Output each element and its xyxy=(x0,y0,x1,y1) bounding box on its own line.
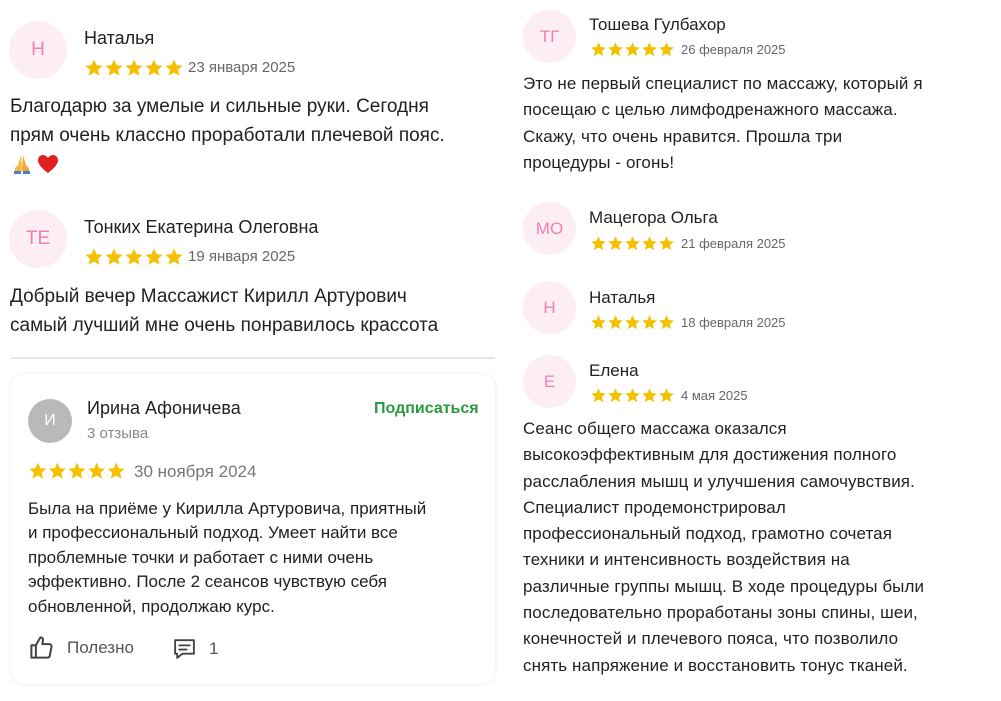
review-emoji xyxy=(10,152,445,176)
avatar-initials: Н xyxy=(31,39,45,60)
star-icon xyxy=(591,388,674,403)
review-text-line: Скажу, что очень нравится. Прошла три xyxy=(523,126,843,146)
review-text-line: различные группы мышц. В ходе процедуры … xyxy=(523,576,925,596)
star-icon xyxy=(591,315,674,330)
review-text-line: и профессиональный подход. Умеет найти в… xyxy=(28,523,398,543)
rating-stars xyxy=(28,461,126,481)
divider xyxy=(11,357,495,359)
reviewer-name: Наталья xyxy=(84,28,155,48)
reviewer-name: Мацегора Ольга xyxy=(589,208,718,227)
review-text-line: высокоэффективным для достижения полного xyxy=(523,445,897,465)
star-icon xyxy=(29,462,125,479)
review-text: Добрый вечер Массажист Кирилл Артурович … xyxy=(10,282,438,340)
praying-hands-icon xyxy=(14,155,30,174)
review-date: 18 февраля 2025 xyxy=(681,315,786,330)
review-text: Благодарю за умелые и сильные руки. Сего… xyxy=(10,92,445,176)
review-text-line: Это не первый специалист по массажу, кот… xyxy=(523,74,923,93)
review-text-line: обновленной, продолжаю курс. xyxy=(28,596,275,616)
review-date: 4 мая 2025 xyxy=(681,388,748,403)
avatar: Е xyxy=(523,355,576,408)
name-fade xyxy=(318,214,358,242)
review-date: 23 января 2025 xyxy=(188,59,296,76)
rating-stars xyxy=(589,314,676,331)
avatar-initials: Е xyxy=(543,371,556,391)
reviewer-name: Тошева Гулбахор xyxy=(589,15,726,34)
avatar: Н xyxy=(523,281,576,334)
comments-button[interactable]: 1 xyxy=(172,636,218,661)
review-text: Была на приёме у Кирилла Артуровича, при… xyxy=(28,497,426,619)
avatar-initials: И xyxy=(44,412,56,429)
avatar-initials: ТЕ xyxy=(25,228,51,249)
review-count: 3 отзыва xyxy=(87,425,149,442)
review-text-line: Специалист продемонстрировал xyxy=(523,497,786,517)
rating-stars xyxy=(589,41,676,58)
comments-count: 1 xyxy=(209,638,219,658)
review-text-line: посещаю с целью лимфодренажного массажа. xyxy=(523,100,898,120)
review-text-line: Добрый вечер Массажист Кирилл Артурович xyxy=(10,286,407,307)
rating-stars xyxy=(84,58,184,78)
review-text: Сеанс общего массажа оказался высокоэффе… xyxy=(523,416,924,679)
review-date: 26 февраля 2025 xyxy=(681,42,786,57)
subscribe-button[interactable]: Подписаться xyxy=(374,400,479,418)
avatar: ТЕ xyxy=(9,210,67,268)
review-text-line: процедуры - огонь! xyxy=(523,152,675,172)
review-text-line: Сеанс общего массажа оказался xyxy=(523,419,787,438)
review-text-line: профессиональный подход, грамотно сочета… xyxy=(523,524,893,544)
review-date: 19 января 2025 xyxy=(188,248,296,265)
helpful-button[interactable]: Полезно xyxy=(28,634,134,661)
rating-stars xyxy=(589,235,676,252)
reviewer-name[interactable]: Ирина Афоничева xyxy=(87,398,241,419)
review-text-line: самый лучший мне очень понравилось красс… xyxy=(10,315,439,336)
avatar: Н xyxy=(9,21,67,79)
review-text-line: прям очень классно проработали плечевой … xyxy=(10,125,445,146)
avatar: МО xyxy=(523,202,576,255)
comment-icon xyxy=(174,639,195,659)
reviewer-name: Тонких Екатерина Олеговна xyxy=(84,217,319,237)
review-text-line: Благодарю за умелые и сильные руки. Сего… xyxy=(10,96,429,117)
review-text: Это не первый специалист по массажу, кот… xyxy=(523,71,923,176)
avatar-initials: Н xyxy=(543,297,556,317)
reviewer-name: Наталья xyxy=(589,288,656,307)
reviewer-name: Елена xyxy=(589,361,639,380)
review-text-line: техники и интенсивность воздействия на xyxy=(523,550,850,570)
avatar: ТГ xyxy=(523,10,576,63)
review-text-line: эффективно. После 2 сеансов чувствую себ… xyxy=(28,572,387,592)
rating-stars xyxy=(84,247,184,267)
review-date: 30 ноября 2024 xyxy=(134,462,257,481)
avatar: И xyxy=(28,399,72,443)
star-icon xyxy=(591,42,674,57)
star-icon xyxy=(85,59,183,76)
thumbs-up-icon xyxy=(30,636,53,659)
rating-stars xyxy=(589,387,676,404)
review-text-line: снять напряжение и восстановить тонус тк… xyxy=(523,655,908,675)
review-text-line: проблемные точки и работает с ними очень xyxy=(28,547,374,567)
avatar-initials: МО xyxy=(535,218,564,238)
review-date: 21 февраля 2025 xyxy=(681,236,786,251)
star-icon xyxy=(85,248,183,265)
star-icon xyxy=(591,236,674,251)
review-text-line: последовательно проработаны зоны спины, … xyxy=(523,603,918,623)
review-text-line: конечностей и плечевого пояса, что позво… xyxy=(523,629,899,649)
review-text-line: расслабления мышц и улучшения самочувств… xyxy=(523,471,915,491)
review-text-line: Была на приёме у Кирилла Артуровича, при… xyxy=(28,499,427,518)
heart-icon xyxy=(38,155,58,173)
helpful-label: Полезно xyxy=(67,637,134,657)
avatar-initials: ТГ xyxy=(539,26,560,46)
